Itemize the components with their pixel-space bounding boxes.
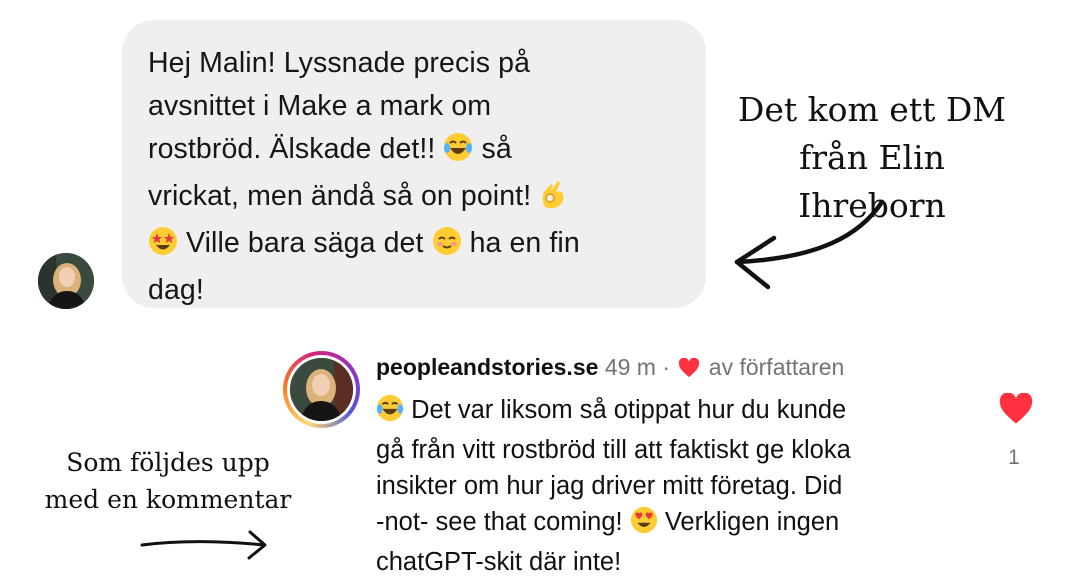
like-heart-icon[interactable] [998, 392, 1034, 425]
dm-line: Ville bara säga det [186, 227, 424, 259]
commenter-avatar[interactable] [290, 358, 353, 421]
dm-sender-avatar[interactable] [38, 253, 94, 309]
tears-of-joy-emoji-icon [376, 394, 404, 432]
ok-hand-emoji-icon [539, 179, 567, 222]
annotation-line: från Elin Ihreborn [798, 138, 946, 225]
comment-text: Det var liksom så otippat hur du kunde g… [376, 392, 976, 580]
author-heart-icon [678, 355, 700, 385]
comment-header: peopleandstories.se 49 m · av författare… [376, 352, 844, 385]
dm-line: rostbröd. Älskade det!! [148, 133, 436, 165]
heart-eyes-emoji-icon [630, 506, 658, 544]
annotation-line: med en kommentar [44, 485, 292, 514]
comment-line: insikter om hur jag driver mitt företag.… [376, 472, 843, 500]
dm-line: så [481, 133, 512, 165]
dm-line: dag! [148, 274, 204, 306]
comment-line: gå från vitt rostbröd till att faktiskt … [376, 436, 851, 464]
dm-line: avsnittet i Make a mark om [148, 90, 492, 122]
annotation-line: Som följdes upp [66, 448, 270, 477]
dm-message-text: Hej Malin! Lyssnade precis på avsnittet … [148, 42, 682, 312]
dm-line: Hej Malin! Lyssnade precis på [148, 47, 531, 79]
dm-line: ha en fin [469, 227, 580, 259]
star-struck-emoji-icon [148, 226, 178, 269]
liked-by-author-label: av författaren [708, 354, 845, 380]
like-count[interactable]: 1 [1008, 446, 1020, 470]
annotation-line: Det kom ett DM [737, 90, 1007, 129]
tears-of-joy-emoji-icon [443, 132, 473, 175]
dm-annotation: Det kom ett DM från Elin Ihreborn [722, 86, 1022, 230]
comment-line: -not- see that coming! [376, 508, 623, 536]
comment-username[interactable]: peopleandstories.se [376, 354, 598, 380]
comment-time: 49 m · [604, 354, 670, 380]
comment-line: chatGPT-skit där inte! [376, 548, 622, 576]
comment-line: Verkligen ingen [664, 508, 840, 536]
comment-annotation: Som följdes upp med en kommentar [34, 444, 302, 518]
comment-line: Det var liksom så otippat hur du kunde [411, 396, 847, 424]
dm-message-bubble: Hej Malin! Lyssnade precis på avsnittet … [122, 20, 706, 308]
smiling-blush-emoji-icon [432, 226, 462, 269]
dm-line: vrickat, men ändå så on point! [148, 180, 532, 212]
